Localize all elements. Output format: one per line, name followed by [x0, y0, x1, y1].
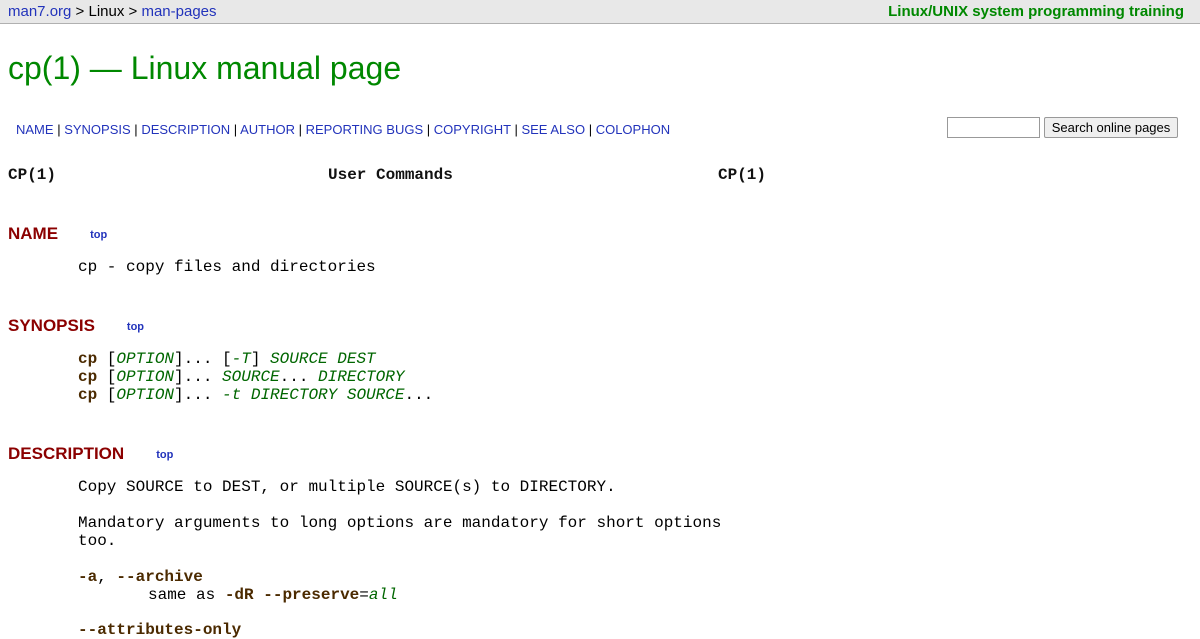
- search-button[interactable]: Search online pages: [1044, 117, 1178, 138]
- nav-link-copyright[interactable]: COPYRIGHT: [434, 122, 511, 137]
- option-long: --attributes-only: [78, 621, 242, 639]
- option-dR: -dR: [224, 586, 254, 604]
- top-link[interactable]: top: [90, 229, 107, 241]
- option-arg: OPTION: [116, 386, 175, 404]
- section-heading-name: NAME top: [8, 224, 107, 245]
- option-preserve: --preserve: [263, 586, 360, 604]
- header-right: CP(1): [718, 166, 767, 184]
- nav-link-author[interactable]: AUTHOR: [240, 122, 295, 137]
- nav-separator: |: [298, 122, 302, 137]
- header-left: CP(1): [8, 166, 57, 184]
- section-title: DESCRIPTION: [8, 444, 125, 463]
- option-archive-description: same as -dR --preserve=all: [148, 586, 398, 604]
- nav-link-name[interactable]: NAME: [16, 122, 54, 137]
- breadcrumb-linux: Linux: [88, 3, 125, 20]
- option-archive: -a, --archive: [78, 568, 203, 586]
- synopsis-line-3: cp [OPTION]... -t DIRECTORY SOURCE...: [78, 386, 434, 404]
- nav-separator: |: [233, 122, 238, 137]
- top-bar: man7.org > Linux > man-pages Linux/UNIX …: [0, 0, 1200, 24]
- nav-separator: |: [426, 122, 431, 137]
- synopsis-line-2: cp [OPTION]... SOURCE... DIRECTORY: [78, 368, 405, 386]
- nav-separator: |: [134, 122, 138, 137]
- training-link[interactable]: Linux/UNIX system programming training: [888, 0, 1184, 23]
- preserve-value: all: [368, 586, 398, 604]
- section-title: SYNOPSIS: [8, 316, 95, 335]
- section-title: NAME: [8, 224, 59, 243]
- breadcrumb-separator: >: [75, 3, 85, 20]
- description-paragraph-2-line-1: Mandatory arguments to long options are …: [78, 514, 722, 532]
- option-long: --archive: [116, 568, 203, 586]
- header-center: User Commands: [328, 166, 453, 184]
- search-input[interactable]: [947, 117, 1040, 138]
- option-short: -a: [78, 568, 98, 586]
- nav-link-synopsis[interactable]: SYNOPSIS: [64, 122, 130, 137]
- breadcrumb-separator: >: [128, 3, 138, 20]
- nav-link-reporting-bugs[interactable]: REPORTING BUGS: [306, 122, 424, 137]
- description-paragraph-2-line-2: too.: [78, 532, 117, 550]
- t-flag-arg: -T: [231, 350, 251, 368]
- nav-separator: |: [588, 122, 593, 137]
- breadcrumb: man7.org > Linux > man-pages: [8, 0, 217, 23]
- source-dest-args: SOURCE DEST: [270, 350, 376, 368]
- description-paragraph-1: Copy SOURCE to DEST, or multiple SOURCE(…: [78, 478, 616, 496]
- section-heading-description: DESCRIPTION top: [8, 444, 173, 465]
- option-arg: OPTION: [116, 350, 175, 368]
- source-arg: SOURCE: [222, 368, 280, 386]
- breadcrumb-site-link[interactable]: man7.org: [8, 3, 71, 20]
- nav-link-colophon[interactable]: COLOPHON: [596, 122, 670, 137]
- nav-link-see-also[interactable]: SEE ALSO: [521, 122, 585, 137]
- t-directory-source-args: -t DIRECTORY SOURCE: [222, 386, 405, 404]
- nav-link-description[interactable]: DESCRIPTION: [141, 122, 230, 137]
- same-as-text: same as: [148, 586, 216, 604]
- option-arg: OPTION: [116, 368, 175, 386]
- top-link[interactable]: top: [127, 321, 144, 333]
- command-name: cp: [78, 368, 98, 386]
- name-text: cp - copy files and directories: [78, 258, 376, 276]
- section-nav: NAME | SYNOPSIS | DESCRIPTION | AUTHOR |…: [16, 121, 670, 138]
- nav-separator: |: [57, 122, 61, 137]
- option-attributes-only: --attributes-only: [78, 621, 241, 639]
- directory-arg: DIRECTORY: [318, 368, 405, 386]
- page-title: cp(1) — Linux manual page: [8, 50, 402, 86]
- command-name: cp: [78, 350, 98, 368]
- command-name: cp: [78, 386, 98, 404]
- breadcrumb-manpages-link[interactable]: man-pages: [141, 3, 216, 20]
- synopsis-line-1: cp [OPTION]... [-T] SOURCE DEST: [78, 350, 376, 368]
- top-link[interactable]: top: [156, 449, 173, 461]
- section-heading-synopsis: SYNOPSIS top: [8, 316, 144, 337]
- nav-separator: |: [514, 122, 518, 137]
